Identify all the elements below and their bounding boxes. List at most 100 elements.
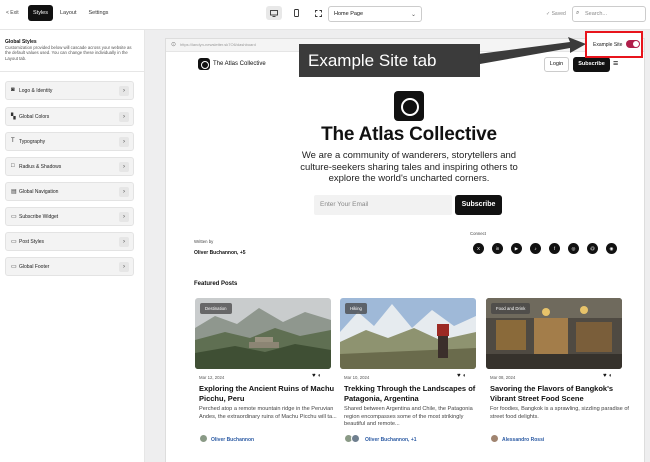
sidebar-item-label: Radius & Shadows — [19, 164, 62, 170]
post-title[interactable]: Savoring the Flavors of Bangkok's Vibran… — [490, 384, 628, 403]
chevron-right-icon: › — [119, 237, 129, 247]
post-title[interactable]: Exploring the Ancient Ruins of Machu Pic… — [199, 384, 337, 403]
editor-mode-tabs: Styles Layout Settings — [28, 5, 113, 21]
camera-icon: ◙ — [11, 87, 15, 93]
device-toggle — [266, 6, 326, 20]
post-author[interactable]: Oliver Buchannon — [211, 437, 254, 443]
sidebar-item-label: Global Colors — [19, 114, 50, 120]
post-tag: Destination — [200, 303, 232, 314]
chevron-right-icon: › — [119, 187, 129, 197]
navigation-icon: ▤ — [11, 189, 17, 195]
post-author[interactable]: Alessandro Rossi — [502, 437, 544, 443]
annotation-arrow — [478, 37, 586, 64]
post-icon: ▭ — [11, 239, 17, 245]
menu-icon[interactable]: ≡ — [613, 59, 618, 68]
post-excerpt: For foodies, Bangkok is a sprawling, siz… — [490, 406, 629, 420]
discord-icon[interactable]: ◉ — [606, 243, 617, 254]
threads-icon[interactable]: @ — [587, 243, 598, 254]
chevron-right-icon: › — [119, 86, 129, 96]
avatar — [351, 434, 360, 443]
written-by-label: Written by — [194, 239, 214, 244]
desktop-icon[interactable] — [266, 6, 282, 20]
fullscreen-icon[interactable] — [310, 6, 326, 20]
post-date: Mar 08, 2024 — [490, 375, 516, 380]
tab-styles[interactable]: Styles — [28, 5, 53, 21]
tab-layout[interactable]: Layout — [55, 5, 82, 21]
post-actions: ♥ ◖ — [603, 373, 612, 379]
post-date: Mar 12, 2024 — [199, 375, 225, 380]
sidebar-item-label: Subscribe Widget — [19, 214, 59, 220]
sidebar-item-label: Logo & Identity — [19, 88, 53, 94]
sidebar-item-label: Post Styles — [19, 239, 45, 245]
lock-icon: ⊙ — [171, 42, 177, 48]
page-select-value: Home Page — [334, 11, 364, 17]
hero-subscribe-button[interactable]: Subscribe — [455, 195, 502, 215]
heart-icon[interactable]: ♥ — [603, 373, 607, 379]
sidebar-item-label: Global Footer — [19, 264, 50, 270]
comment-icon[interactable]: ◖ — [608, 373, 612, 379]
hero-title: The Atlas Collective — [321, 124, 497, 145]
search-input[interactable]: ⌕ Search... — [572, 6, 646, 22]
chevron-right-icon: › — [119, 262, 129, 272]
mobile-icon[interactable] — [288, 6, 304, 20]
post-tag: Food and Drink — [491, 303, 531, 314]
site-name: The Atlas Collective — [213, 61, 266, 67]
type-icon: T — [11, 138, 15, 144]
heart-icon[interactable]: ♥ — [312, 373, 316, 379]
chevron-down-icon: ⌄ — [410, 12, 416, 18]
global-styles-panel: Global Styles Customization provided bel… — [0, 30, 145, 462]
connect-label: Connect — [470, 231, 487, 236]
palette-icon: ▚ — [11, 114, 16, 120]
post-tag: Hiking — [345, 303, 367, 314]
authors-list: Oliver Buchannon, +5 — [194, 250, 246, 256]
post-excerpt: Shared between Argentina and Chile, the … — [344, 406, 473, 428]
sidebar-item-logo-identity[interactable]: ◙ Logo & Identity › — [5, 81, 134, 100]
example-site-toggle[interactable] — [626, 40, 640, 48]
top-toolbar: < Exit Styles Layout Settings Home Page … — [0, 0, 650, 30]
sidebar-item-global-navigation[interactable]: ▤ Global Navigation › — [5, 182, 134, 201]
example-site-label: Example Site — [593, 42, 623, 48]
post-actions: ♥ ◖ — [457, 373, 466, 379]
page-select[interactable]: Home Page ⌄ — [328, 6, 422, 22]
linkedin-icon[interactable]: in — [492, 243, 503, 254]
sidebar-item-radius-shadows[interactable]: □ Radius & Shadows › — [5, 157, 134, 176]
avatar — [199, 434, 208, 443]
widget-icon: ▭ — [11, 214, 17, 220]
facebook-icon[interactable]: f — [549, 243, 560, 254]
sidebar-item-typography[interactable]: T Typography › — [5, 132, 134, 151]
heart-icon[interactable]: ♥ — [457, 373, 461, 379]
exit-link[interactable]: < Exit — [6, 10, 19, 16]
sidebar-item-label: Typography — [19, 139, 46, 145]
tiktok-icon[interactable]: ♪ — [530, 243, 541, 254]
chevron-right-icon: › — [119, 137, 129, 147]
post-excerpt: Perched atop a remote mountain ridge in … — [199, 406, 337, 420]
post-date: Mar 10, 2024 — [344, 375, 370, 380]
sidebar-item-global-colors[interactable]: ▚ Global Colors › — [5, 107, 134, 126]
featured-posts-heading: Featured Posts — [194, 281, 238, 287]
search-icon: ⌕ — [576, 10, 580, 16]
chevron-right-icon: › — [119, 212, 129, 222]
hero-logo-icon — [394, 91, 424, 121]
comment-icon[interactable]: ◖ — [462, 373, 466, 379]
divider — [0, 71, 144, 72]
sidebar-item-post-styles[interactable]: ▭ Post Styles › — [5, 232, 134, 251]
site-logo-icon — [198, 58, 210, 70]
post-author[interactable]: Oliver Buchannon, +1 — [365, 437, 417, 443]
instagram-icon[interactable]: ◎ — [568, 243, 579, 254]
email-field[interactable]: Enter Your Email — [314, 195, 452, 215]
comment-icon[interactable]: ◖ — [317, 373, 321, 379]
url-text: https://landyn-newsletter.sk7O6/dashboar… — [180, 42, 256, 47]
x-icon[interactable]: X — [473, 243, 484, 254]
square-icon: □ — [11, 163, 15, 169]
hero-subtitle: We are a community of wanderers, storyte… — [300, 150, 518, 184]
sidebar-item-global-footer[interactable]: ▭ Global Footer › — [5, 257, 134, 276]
chevron-right-icon: › — [119, 162, 129, 172]
post-title[interactable]: Trekking Through the Landscapes of Patag… — [344, 384, 482, 403]
sidebar-item-label: Global Navigation — [19, 189, 59, 195]
youtube-icon[interactable]: ▶ — [511, 243, 522, 254]
footer-icon: ▭ — [11, 264, 17, 270]
sidebar-item-subscribe-widget[interactable]: ▭ Subscribe Widget › — [5, 207, 134, 226]
search-placeholder: Search... — [585, 11, 608, 17]
annotation-callout: Example Site tab — [299, 44, 480, 77]
tab-settings[interactable]: Settings — [84, 5, 114, 21]
